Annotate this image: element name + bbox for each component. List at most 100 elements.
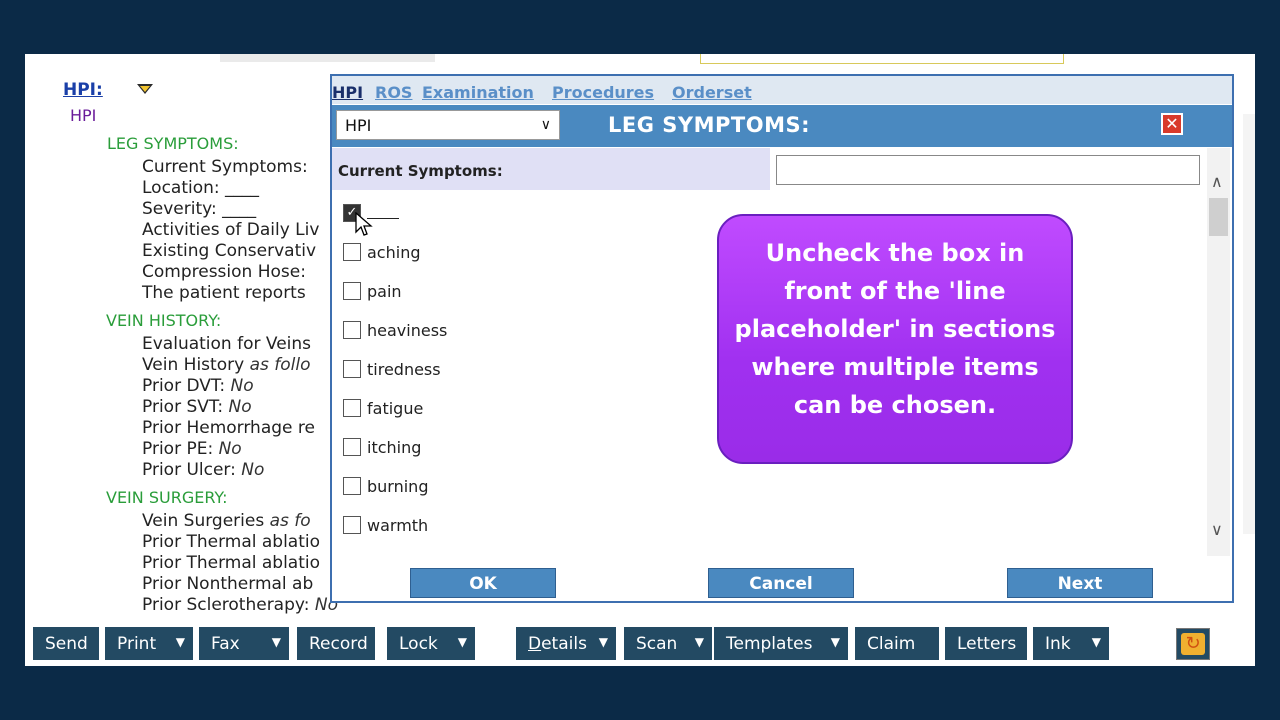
instruction-callout: Uncheck the box in front of the 'line pl…	[717, 214, 1073, 464]
triangle-down-icon[interactable]: ▼	[695, 635, 704, 649]
section-select-value: HPI	[345, 116, 372, 135]
letters-label: Letters	[957, 634, 1017, 654]
checkbox[interactable]	[343, 477, 361, 495]
section-select[interactable]: HPI ∨	[336, 110, 560, 140]
vein-line: Prior Ulcer: No	[142, 460, 265, 480]
page-scroll-edge[interactable]	[1243, 114, 1255, 534]
triangle-down-icon[interactable]: ▼	[1092, 635, 1101, 649]
checkbox[interactable]	[343, 243, 361, 261]
details-accesskey: D	[528, 634, 542, 654]
triangle-down-icon[interactable]: ▼	[458, 635, 467, 649]
option-label: fatigue	[367, 399, 424, 418]
dialog-titlebar: HPI ∨ LEG SYMPTOMS: ✕	[332, 105, 1232, 147]
cancel-button[interactable]: Cancel	[708, 568, 854, 598]
tab-hpi[interactable]: HPI	[332, 83, 363, 102]
scan-button[interactable]: Scan ▼	[624, 627, 712, 660]
hpi-dropdown-icon[interactable]	[137, 84, 153, 94]
checkbox[interactable]	[343, 282, 361, 300]
current-symptoms-band: Current Symptoms:	[332, 148, 770, 190]
option-label: itching	[367, 438, 422, 457]
fax-button[interactable]: Fax ▼	[199, 627, 289, 660]
templates-label: Templates	[726, 634, 813, 654]
vein-line: Prior SVT: No	[142, 397, 252, 417]
tab-ros[interactable]: ROS	[375, 83, 412, 102]
section-vein-history: VEIN HISTORY:	[106, 311, 222, 330]
dialog-title: LEG SYMPTOMS:	[608, 113, 810, 137]
tab-procedures[interactable]: Procedures	[552, 83, 654, 102]
lock-button[interactable]: Lock ▼	[387, 627, 475, 660]
send-button[interactable]: Send	[33, 627, 99, 660]
tab-examination[interactable]: Examination	[422, 83, 534, 102]
section-vein-surgery: VEIN SURGERY:	[106, 488, 228, 507]
checkbox[interactable]	[343, 399, 361, 417]
scan-label: Scan	[636, 634, 678, 654]
triangle-down-icon[interactable]: ▼	[176, 635, 185, 649]
option-label: tiredness	[367, 360, 441, 379]
scrollbar-thumb[interactable]	[1209, 198, 1228, 236]
triangle-down-icon[interactable]: ▼	[272, 635, 281, 649]
option-label: pain	[367, 282, 402, 301]
lock-label: Lock	[399, 634, 438, 654]
option-label: aching	[367, 243, 421, 262]
app-screen: HPI: HPI LEG SYMPTOMS: Current Symptoms:…	[25, 54, 1255, 666]
hpi-link[interactable]: HPI:	[63, 80, 103, 100]
option-label: heaviness	[367, 321, 448, 340]
leg-line: Severity: ____	[142, 199, 257, 219]
leg-line: Current Symptoms:	[142, 157, 308, 177]
options-scrollbar[interactable]: ∧ ∨	[1207, 148, 1230, 556]
letters-button[interactable]: Letters	[945, 627, 1027, 660]
leg-line: Activities of Daily Liv	[142, 220, 320, 240]
leg-line: Existing Conservativ	[142, 241, 317, 261]
leg-symptoms-dialog: HPI ROS Examination Procedures Orderset …	[330, 74, 1234, 603]
checkbox[interactable]	[343, 321, 361, 339]
claim-button[interactable]: Claim	[855, 627, 939, 660]
print-label: Print	[117, 634, 157, 654]
triangle-down-icon[interactable]: ▼	[599, 635, 608, 649]
current-symptoms-input[interactable]	[776, 155, 1200, 185]
details-label: etails	[541, 634, 587, 654]
ok-button[interactable]: OK	[410, 568, 556, 598]
vein-line: Evaluation for Veins	[142, 334, 312, 354]
claim-label: Claim	[867, 634, 916, 654]
bottom-toolbar: Send Print ▼ Fax ▼ Record Lock ▼ Details ▼ S…	[25, 620, 1255, 666]
vein-line: Prior DVT: No	[142, 376, 254, 396]
mouse-pointer-icon	[355, 212, 373, 236]
vein-line: Vein History as follo	[142, 355, 311, 375]
checkbox[interactable]	[343, 516, 361, 534]
tab-orderset[interactable]: Orderset	[672, 83, 752, 102]
surgery-line: Prior Thermal ablatio	[142, 532, 321, 552]
record-label: Record	[309, 634, 368, 654]
next-button[interactable]: Next	[1007, 568, 1153, 598]
vein-line: Prior PE: No	[142, 439, 242, 459]
option-label: burning	[367, 477, 429, 496]
checkbox[interactable]	[343, 360, 361, 378]
triangle-down-icon[interactable]: ▼	[831, 635, 840, 649]
record-button[interactable]: Record	[297, 627, 375, 660]
refresh-button[interactable]: ↻	[1176, 628, 1210, 660]
leg-line: Location: ____	[142, 178, 260, 198]
dialog-tabs: HPI ROS Examination Procedures Orderset	[332, 76, 1232, 104]
hpi-subtitle: HPI	[70, 106, 97, 125]
section-leg-symptoms: LEG SYMPTOMS:	[107, 134, 239, 153]
print-button[interactable]: Print ▼	[105, 627, 193, 660]
leg-line: Compression Hose:	[142, 262, 306, 282]
hpi-note: HPI: HPI LEG SYMPTOMS: Current Symptoms:…	[25, 54, 355, 614]
fax-label: Fax	[211, 634, 240, 654]
ink-label: Ink	[1045, 634, 1071, 654]
send-label: Send	[45, 634, 88, 654]
vein-line: Prior Hemorrhage re	[142, 418, 315, 438]
details-button[interactable]: Details ▼	[516, 627, 616, 660]
refresh-icon: ↻	[1181, 633, 1205, 655]
option-label: warmth	[367, 516, 429, 535]
close-icon[interactable]: ✕	[1161, 113, 1183, 135]
surgery-line: Vein Surgeries as fo	[142, 511, 311, 531]
surgery-line: Prior Sclerotherapy: No	[142, 595, 338, 614]
scroll-up-icon[interactable]: ∧	[1211, 172, 1223, 191]
templates-button[interactable]: Templates ▼	[714, 627, 848, 660]
current-symptoms-label: Current Symptoms:	[338, 162, 503, 180]
top-box	[700, 54, 1064, 64]
ink-button[interactable]: Ink ▼	[1033, 627, 1109, 660]
checkbox[interactable]	[343, 438, 361, 456]
surgery-line: Prior Nonthermal ab	[142, 574, 314, 594]
scroll-down-icon[interactable]: ∨	[1211, 520, 1223, 539]
